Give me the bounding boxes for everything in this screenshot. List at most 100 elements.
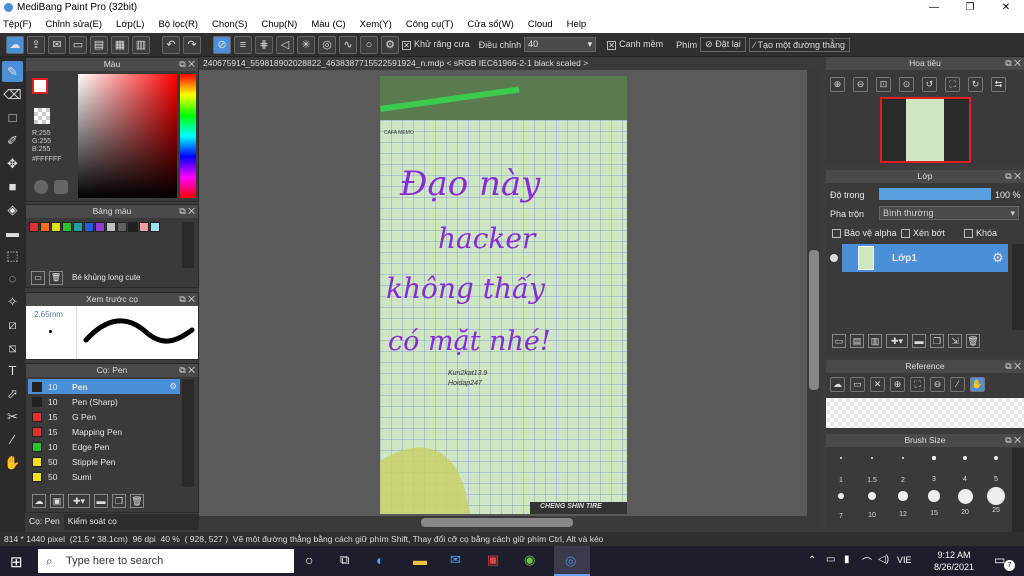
- menu-cloud[interactable]: Cloud: [528, 19, 553, 30]
- tray-app-icon[interactable]: ▭: [826, 554, 835, 565]
- blend-select[interactable]: Bình thường ▾: [879, 206, 1019, 220]
- tray-battery-icon[interactable]: ▮: [844, 554, 850, 565]
- palette-swatch[interactable]: [73, 222, 83, 232]
- brush-size-option[interactable]: 1: [826, 448, 856, 484]
- maximize-button[interactable]: ❐: [952, 0, 988, 16]
- brush-cloud-icon[interactable]: ☁: [32, 494, 46, 508]
- select-pen-tool-icon[interactable]: ⧄: [2, 314, 23, 335]
- circle-snap-icon[interactable]: ◎: [318, 35, 336, 54]
- zoom-in-icon[interactable]: ⊕: [830, 77, 845, 92]
- foreground-color-swatch[interactable]: [32, 78, 48, 94]
- palette-swatch[interactable]: [51, 222, 61, 232]
- fit-window-icon[interactable]: ⛶: [945, 77, 960, 92]
- canh-mem-toggle[interactable]: ✕ Canh mềm: [607, 39, 663, 50]
- menu-snap[interactable]: Chụp(N): [261, 19, 297, 30]
- delete-brush-icon[interactable]: 🗑: [130, 494, 144, 508]
- clock[interactable]: 9:12 AM 8/26/2021: [924, 549, 984, 573]
- vanishing-snap-icon[interactable]: ◁: [276, 35, 294, 54]
- cloud-icon[interactable]: ☁: [6, 35, 24, 54]
- wifi-icon[interactable]: ⌒: [862, 554, 872, 569]
- redo-icon[interactable]: ↷: [183, 35, 201, 54]
- brush-list-item[interactable]: 15 Mapping Pen: [28, 424, 180, 439]
- layer-folder-icon[interactable]: ▬: [912, 334, 926, 348]
- duplicate-layer-icon[interactable]: ❐: [930, 334, 944, 348]
- add-brush-icon[interactable]: ✚▾: [68, 494, 90, 508]
- panel-menu-icon[interactable]: ⧉ ✕: [179, 58, 195, 71]
- reference-cloud-icon[interactable]: ☁: [830, 377, 845, 392]
- antialias-toggle[interactable]: ✕ Khử răng cưa: [402, 39, 470, 50]
- radial-snap-icon[interactable]: ✳: [297, 35, 315, 54]
- delete-palette-icon[interactable]: 🗑: [49, 271, 63, 285]
- reference-hand-icon[interactable]: ✋: [970, 377, 985, 392]
- reference-close-icon[interactable]: ✕: [870, 377, 885, 392]
- brush-size-option[interactable]: 2: [888, 448, 918, 484]
- vertical-scroll-thumb[interactable]: [809, 250, 819, 390]
- actual-size-icon[interactable]: ⊙: [899, 77, 914, 92]
- fill-tool-icon[interactable]: ◈: [2, 199, 23, 220]
- file-explorer-icon[interactable]: ▬: [413, 552, 427, 568]
- brush-list-item[interactable]: 10 Pen ⚙: [28, 379, 180, 394]
- brush-size-option[interactable]: 7: [826, 486, 856, 520]
- snap-settings-icon[interactable]: ⚙: [381, 35, 399, 54]
- reference-zoom-out-icon[interactable]: ⊖: [930, 377, 945, 392]
- hand-tool-icon[interactable]: ✋: [2, 452, 23, 473]
- menu-color[interactable]: Màu (C): [311, 19, 345, 30]
- page-list-icon[interactable]: ▤: [90, 35, 108, 54]
- palette-swatch[interactable]: [84, 222, 94, 232]
- rotate-left-icon[interactable]: ↺: [922, 77, 937, 92]
- brush-size-option[interactable]: 20: [950, 486, 980, 520]
- gradient-tool-icon[interactable]: ▬: [2, 222, 23, 243]
- navigator-viewport[interactable]: [880, 97, 971, 163]
- panel-menu-icon[interactable]: ⧉ ✕: [179, 205, 195, 218]
- duplicate-brush-icon[interactable]: ❐: [112, 494, 126, 508]
- horizontal-scrollbar[interactable]: [199, 516, 821, 529]
- reference-open-icon[interactable]: ▭: [850, 377, 865, 392]
- palette-swatch[interactable]: [106, 222, 116, 232]
- merge-layer-icon[interactable]: ⇲: [948, 334, 962, 348]
- windows-start-icon[interactable]: ⊞: [10, 553, 23, 571]
- menu-file[interactable]: Tệp(F): [3, 19, 32, 30]
- brush-tool-icon[interactable]: ✎: [2, 61, 23, 82]
- cross-snap-icon[interactable]: ⋕: [255, 35, 273, 54]
- brush-list-item[interactable]: 50 Sumi: [28, 469, 180, 484]
- canvas-area[interactable]: CAFA MEMO Đạo này hacker không thấy có m…: [199, 70, 807, 516]
- undo-icon[interactable]: ↶: [162, 35, 180, 54]
- brush-size-option[interactable]: 15: [919, 486, 949, 520]
- palette-swatch[interactable]: [62, 222, 72, 232]
- saturation-picker[interactable]: [78, 74, 177, 198]
- brush-size-option[interactable]: 25: [981, 486, 1011, 520]
- select-eraser-icon[interactable]: ⧅: [2, 337, 23, 358]
- tray-chevron-icon[interactable]: ⌃: [808, 555, 816, 566]
- palette-swatch[interactable]: [139, 222, 149, 232]
- move-tool-icon[interactable]: ✥: [2, 153, 23, 174]
- color-wheel-icon[interactable]: [34, 180, 48, 194]
- reset-button[interactable]: ⊘ Đặt lại: [700, 37, 746, 52]
- clipping-toggle[interactable]: Xén bớt: [901, 228, 945, 239]
- menu-window[interactable]: Cửa sổ(W): [467, 19, 513, 30]
- menu-select[interactable]: Chọn(S): [212, 19, 247, 30]
- menu-help[interactable]: Help: [567, 19, 587, 30]
- palette-scrollbar[interactable]: [182, 222, 194, 268]
- menu-filter[interactable]: Bộ lọc(R): [158, 19, 198, 30]
- new-8bit-layer-icon[interactable]: ▥: [868, 334, 882, 348]
- reference-eyedropper-icon[interactable]: ⁄: [950, 377, 965, 392]
- share-icon[interactable]: ⇪: [27, 35, 45, 54]
- search-box[interactable]: ⌕ Type here to search: [38, 549, 294, 573]
- close-button[interactable]: ✕: [988, 0, 1024, 16]
- open-folder-icon[interactable]: ▬: [94, 494, 108, 508]
- brush-list-item[interactable]: 50 Stipple Pen: [28, 454, 180, 469]
- lasso-select-icon[interactable]: ◌: [2, 268, 23, 289]
- tab-brush[interactable]: Cọ: Pen: [25, 514, 64, 530]
- panel-menu-icon[interactable]: ⧉ ✕: [1005, 434, 1021, 447]
- task-view-icon[interactable]: ⧉: [340, 552, 349, 568]
- layout-icon[interactable]: ▥: [132, 35, 150, 54]
- minimize-button[interactable]: —: [916, 0, 952, 16]
- grid-icon[interactable]: ▦: [111, 35, 129, 54]
- brush-size-option[interactable]: 5: [981, 448, 1011, 484]
- brush-scrollbar[interactable]: [182, 379, 194, 487]
- opacity-slider[interactable]: [879, 188, 991, 200]
- palette-swatch[interactable]: [40, 222, 50, 232]
- ellipse-snap-icon[interactable]: ○: [360, 35, 378, 54]
- menu-tools[interactable]: Công cụ(T): [406, 19, 454, 30]
- curve-snap-icon[interactable]: ∿: [339, 35, 357, 54]
